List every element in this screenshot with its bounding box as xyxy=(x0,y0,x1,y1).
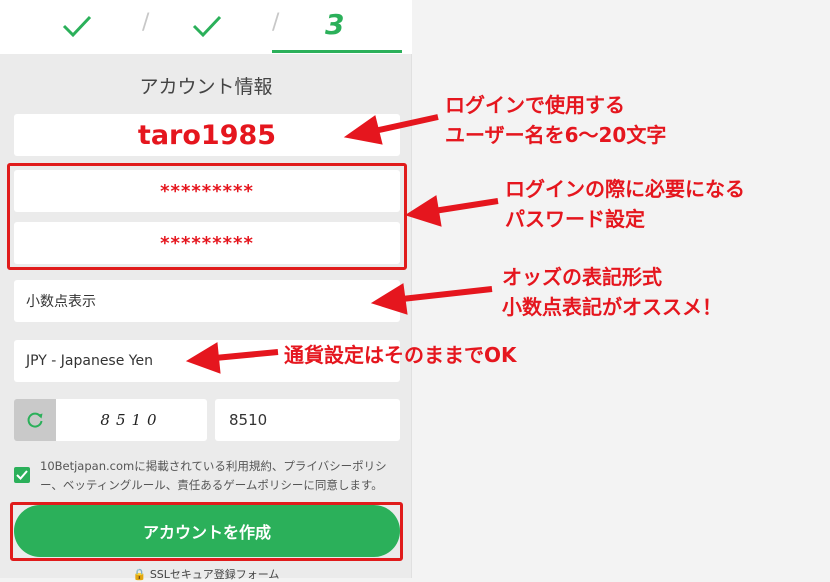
username-field[interactable]: taro1985 xyxy=(14,114,400,156)
annotation-odds-line2: 小数点表記がオススメ！ xyxy=(502,295,722,319)
step-1-check-icon xyxy=(62,15,92,38)
registration-panel: / / 3 アカウント情報 taro1985 ********* *******… xyxy=(0,0,412,581)
annotation-username-line1: ログインで使用する xyxy=(445,93,625,117)
step-divider: / xyxy=(142,10,150,35)
annotation-odds: オッズの表記形式 小数点表記がオススメ！ xyxy=(502,262,722,322)
step-3-number: 3 xyxy=(325,8,345,41)
ssl-secure-label: 🔒 SSLセキュア登録フォーム xyxy=(0,566,412,582)
annotation-password-line1: ログインの際に必要になる xyxy=(505,177,745,201)
annotation-odds-line1: オッズの表記形式 xyxy=(502,265,662,289)
step-2-check-icon xyxy=(192,15,222,38)
active-step-underline xyxy=(272,50,402,53)
terms-text: 10Betjapan.comに掲載されている利用規約、プライバシーポリシー、ベッ… xyxy=(40,459,387,492)
step-indicator: / / 3 xyxy=(0,0,412,54)
password-highlight-box xyxy=(7,163,407,270)
captcha-input[interactable]: 8510 xyxy=(215,399,400,441)
step-divider: / xyxy=(272,10,280,35)
annotation-currency: 通貨設定はそのままでOK xyxy=(284,340,517,370)
annotation-username-line2: ユーザー名を6〜20文字 xyxy=(445,123,667,147)
section-title: アカウント情報 xyxy=(139,76,273,98)
odds-format-select[interactable]: 小数点表示 xyxy=(14,280,400,322)
checkmark-icon xyxy=(16,470,28,480)
captcha-refresh-button[interactable] xyxy=(14,399,56,441)
submit-highlight-box xyxy=(10,502,403,561)
captcha-image: 8510 xyxy=(56,399,207,441)
terms-checkbox[interactable] xyxy=(14,467,30,483)
refresh-icon xyxy=(27,412,43,428)
ssl-secure-text: SSLセキュア登録フォーム xyxy=(149,568,280,581)
annotation-currency-line1: 通貨設定はそのままでOK xyxy=(284,343,517,367)
annotation-password: ログインの際に必要になる パスワード設定 xyxy=(505,174,745,234)
annotation-username: ログインで使用する ユーザー名を6〜20文字 xyxy=(445,90,666,150)
lock-icon: 🔒 xyxy=(132,568,147,581)
annotation-password-line2: パスワード設定 xyxy=(505,207,645,231)
